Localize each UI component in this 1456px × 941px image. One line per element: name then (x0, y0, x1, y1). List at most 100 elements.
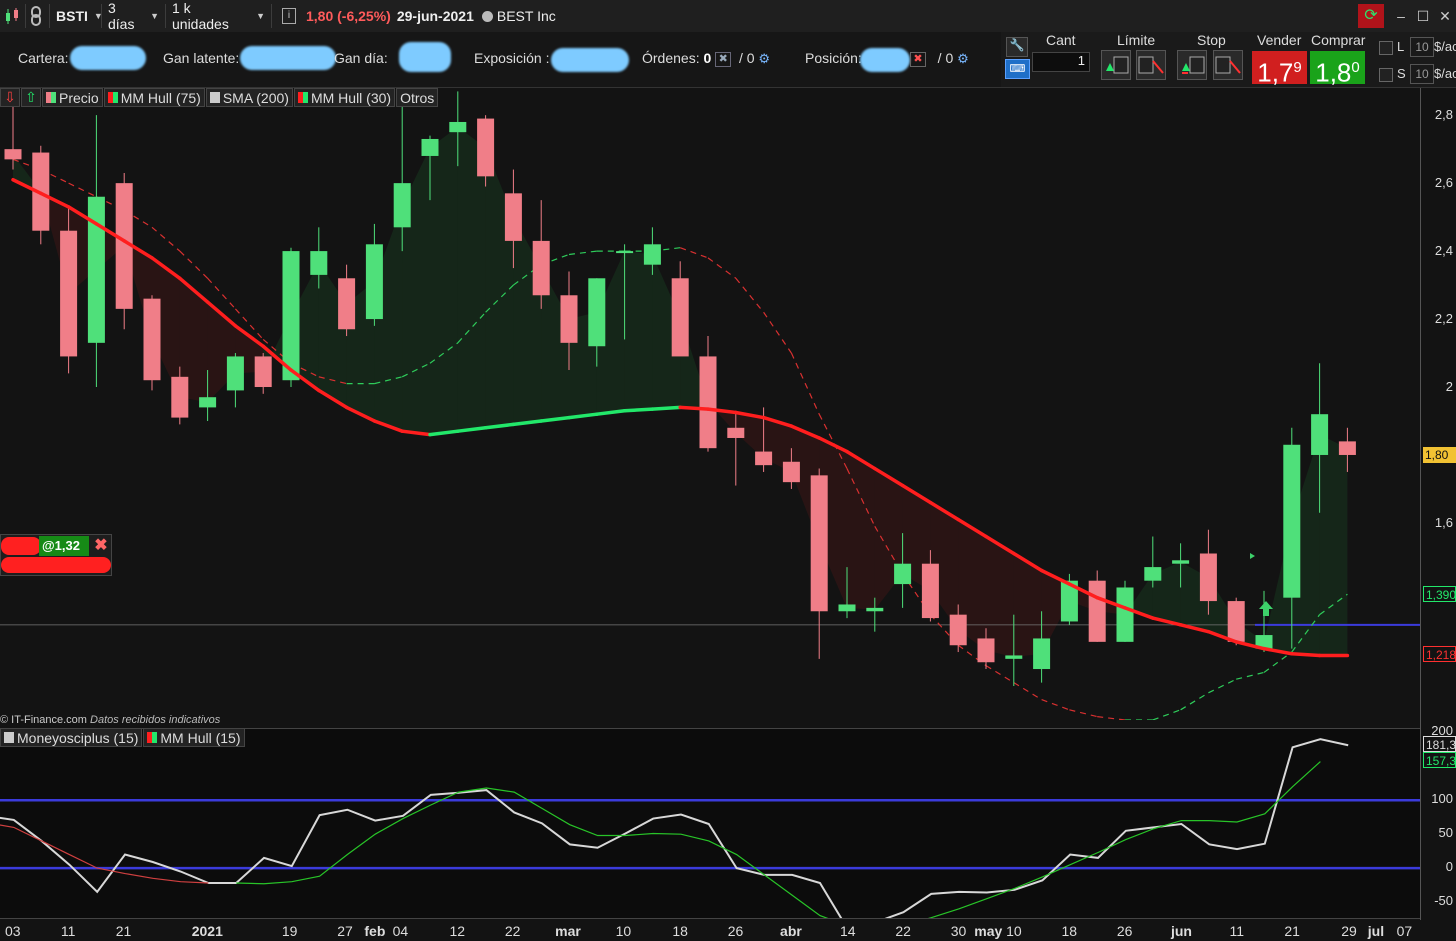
limit-buy-button[interactable] (1101, 50, 1131, 80)
candle-body (60, 230, 78, 357)
cancel-order-icon[interactable]: ✖ (91, 536, 111, 556)
candle-body (1199, 553, 1217, 602)
order-price-label: @1,32 (39, 536, 89, 556)
legend-sma200[interactable]: SMA (200) (205, 88, 293, 107)
candle-body (1116, 587, 1134, 642)
oscillator-chart[interactable] (0, 728, 1420, 919)
legend-hull15-label: MM Hull (15) (160, 729, 241, 746)
gears-icon[interactable]: ⚙ (957, 51, 969, 66)
candle[interactable] (477, 115, 495, 187)
legend-otros[interactable]: Otros (396, 88, 439, 107)
stop-sell-icon (1215, 56, 1241, 74)
ordenes-label: Órdenes: (642, 50, 700, 66)
S-input[interactable]: 10 (1410, 64, 1434, 84)
limite-label: Límite (1117, 32, 1156, 48)
close-icon[interactable]: ✕ (1434, 8, 1456, 25)
x-tick-label: 10 (615, 923, 632, 939)
osc-y-tick-label: 100 (1431, 791, 1453, 807)
units-selector[interactable]: 1 k unidades ▼ (166, 0, 272, 32)
stop-buy-button[interactable] (1177, 50, 1207, 80)
posicion-label: Posición: (805, 50, 862, 66)
candle-chart-icon[interactable] (0, 4, 26, 28)
candle[interactable] (115, 172, 133, 330)
cancel-orders-icon[interactable]: ✖ (715, 51, 732, 67)
gan-dia-label: Gan día: (334, 50, 388, 66)
candle[interactable] (1144, 536, 1162, 588)
oscillator-money-line (0, 738, 1349, 919)
wrench-icon[interactable]: 🔧 (1006, 37, 1028, 57)
symbol-selector[interactable]: BSTI ▼ (50, 4, 103, 28)
maximize-icon[interactable]: ☐ (1412, 8, 1434, 25)
buy-price-superscript: 0 (1351, 59, 1360, 76)
legend-precio[interactable]: Precio (42, 88, 103, 107)
hull30-segment (1041, 699, 1070, 711)
gan-latente-label: Gan latente: (163, 50, 240, 66)
candle[interactable] (1088, 570, 1106, 642)
scroll-up-button[interactable]: ⇧ (21, 88, 41, 107)
info-icon[interactable]: i (282, 8, 296, 24)
x-tick-label: 21 (1284, 923, 1300, 939)
candle[interactable] (60, 206, 78, 374)
chevron-down-icon: ▼ (256, 11, 265, 21)
candle-body (643, 244, 661, 265)
timeframe-selector[interactable]: 3 días ▼ (102, 0, 166, 32)
candle-body (921, 563, 939, 619)
close-position-icon[interactable]: ✖ (910, 51, 926, 67)
legend-hull15[interactable]: MM Hull (15) (143, 728, 245, 747)
account-bar: Cartera: Gan latente: Gan día: Exposició… (0, 32, 1001, 88)
scroll-down-button[interactable]: ⇩ (0, 88, 20, 107)
chevron-down-icon: ▼ (150, 11, 159, 21)
quantity-input[interactable]: 1 (1032, 52, 1090, 72)
candle[interactable] (671, 261, 689, 357)
limit-sell-button[interactable] (1136, 50, 1166, 80)
refresh-icon[interactable]: ⟳ (1358, 4, 1384, 28)
window-controls: ⟳ – ☐ ✕ (1358, 0, 1456, 32)
S-checkbox[interactable] (1379, 68, 1393, 82)
legend-hull30[interactable]: MM Hull (30) (293, 88, 396, 107)
candle[interactable] (143, 295, 161, 391)
instrument-info: i 1,80 (-6,25%) 29-jun-2021 BEST Inc (272, 4, 562, 28)
L-input[interactable]: 10 (1410, 37, 1434, 57)
keyboard-icon[interactable]: ⌨ (1005, 59, 1030, 79)
legend-money[interactable]: Moneyosciplus (15) (0, 728, 143, 747)
candle[interactable] (4, 101, 22, 170)
y-tick-label: 2,8 (1434, 107, 1453, 123)
hull30-segment (1236, 671, 1265, 680)
x-axis[interactable]: 03 11 21 2021 19 27 feb 04 12 22 mar 10 18 26 abr 14 22 3… (0, 918, 1420, 941)
order-marker[interactable]: @1,32 ✖ (0, 534, 112, 576)
candle[interactable] (365, 223, 383, 326)
candle[interactable] (338, 264, 356, 337)
candle[interactable] (87, 115, 105, 388)
copyright: © IT-Finance.com Datos recibidos indicat… (0, 714, 220, 726)
minimize-icon[interactable]: – (1390, 8, 1412, 24)
candle[interactable] (532, 200, 550, 309)
y-axis[interactable]: 2,8 2,6 2,4 2,2 2 1,6 200 100 50 0 -50 (1420, 88, 1456, 920)
x-tick-label: jun (1170, 923, 1192, 939)
sell-button[interactable]: 1,79 (1252, 51, 1307, 88)
candle[interactable] (810, 468, 828, 659)
hull30-segment (1013, 682, 1042, 701)
posicion-value-redacted (860, 48, 910, 72)
hull30-segment (68, 182, 97, 198)
candle-body (338, 278, 356, 330)
price-chart[interactable] (0, 88, 1420, 720)
candle[interactable] (254, 353, 272, 394)
legend-hull75[interactable]: MM Hull (75) (103, 88, 205, 107)
buy-button[interactable]: 1,80 (1310, 51, 1365, 88)
y-tick-label: 2,2 (1434, 311, 1453, 327)
L-checkbox[interactable] (1379, 41, 1393, 55)
price-tag: 1,80 (1423, 446, 1456, 463)
candle[interactable] (699, 336, 717, 452)
gears-icon[interactable]: ⚙ (758, 51, 770, 66)
x-tick-label: 12 (449, 923, 466, 939)
redaction-scribble (1, 557, 111, 573)
link-icon[interactable] (26, 4, 50, 28)
candle-body (894, 563, 912, 585)
top-toolbar: BSTI ▼ 3 días ▼ 1 k unidades ▼ i 1,80 (-6,2… (0, 0, 1456, 33)
stop-sell-button[interactable] (1213, 50, 1243, 80)
candle-body (810, 475, 828, 612)
candle[interactable] (226, 353, 244, 408)
y-tick-label: 1,6 (1434, 514, 1453, 530)
candle[interactable] (393, 88, 411, 252)
candle-body (838, 604, 856, 612)
